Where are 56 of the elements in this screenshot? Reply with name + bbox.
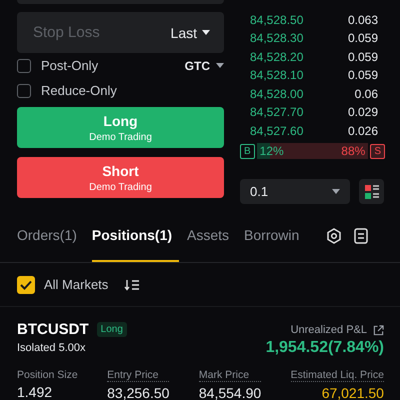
side-tag: Long	[96, 322, 127, 337]
filter-label: All Markets	[44, 277, 108, 292]
precision-dropdown[interactable]: 0.1	[240, 179, 350, 204]
field-value: 83,256.50	[107, 385, 170, 400]
margin-mode: Isolated 5.00x	[17, 342, 86, 354]
time-in-force-dropdown[interactable]: GTC	[184, 58, 224, 72]
caret-icon	[216, 63, 224, 68]
sell-percent: 88%	[340, 144, 366, 158]
sort-icon[interactable]	[124, 278, 140, 290]
field-value: 84,554.90	[198, 385, 262, 400]
field-label: Mark Price	[198, 369, 262, 382]
order-book-layout-icon	[364, 184, 380, 200]
bid-quantity: 0.059	[348, 50, 378, 64]
field-value: 67,021.50	[322, 385, 384, 400]
bid-price: 84,527.60	[250, 124, 304, 138]
pnl-label: Unrealized P&L	[290, 324, 367, 336]
bid-quantity: 0.026	[348, 124, 378, 138]
tab[interactable]: Assets	[187, 210, 236, 262]
bid-price: 84,528.50	[250, 12, 304, 27]
bid-quantity: 0.029	[348, 105, 378, 120]
short-button[interactable]: Short Demo Trading	[17, 157, 224, 198]
caret-icon	[332, 189, 340, 194]
share-icon[interactable]	[373, 324, 384, 336]
check-icon	[20, 280, 32, 290]
bid-price: 84,528.10	[250, 68, 304, 82]
field-label: Estimated Liq. Price	[290, 369, 384, 382]
caret-icon	[202, 30, 210, 35]
bid-price: 84,528.30	[250, 31, 304, 46]
checkbox[interactable]	[17, 276, 35, 294]
pnl-value: 1,954.52(7.84%)	[266, 339, 384, 357]
sell-tag: S	[370, 144, 385, 158]
tab[interactable]: Orders(1)	[17, 210, 84, 262]
symbol: BTCUSDT	[17, 321, 89, 338]
tab[interactable]: Borrowin	[244, 210, 306, 262]
bid-price: 84,528.20	[250, 50, 304, 64]
option-label: Post-Only	[41, 58, 98, 73]
bid-price: 84,528.00	[250, 86, 304, 101]
bid-quantity: 0.059	[348, 31, 378, 46]
bid-quantity: 0.059	[348, 68, 378, 82]
layout-button[interactable]	[359, 179, 384, 204]
trigger-dropdown[interactable]: Last	[170, 24, 210, 40]
bid-quantity: 0.063	[348, 12, 378, 27]
bid-quantity: 0.06	[354, 86, 378, 101]
field-value: 1.492	[17, 384, 54, 400]
field-label: Position Size	[17, 369, 78, 381]
buy-percent: 12%	[258, 144, 285, 158]
document-icon[interactable]	[354, 228, 368, 244]
checkbox[interactable]	[17, 58, 31, 72]
bid-price: 84,527.70	[250, 105, 304, 120]
checkbox[interactable]	[17, 84, 31, 98]
option-label: Reduce-Only	[41, 83, 117, 98]
settings-icon[interactable]	[326, 228, 342, 244]
stop-loss-field[interactable]: Stop Loss Last	[17, 12, 224, 53]
buy-tag: B	[240, 144, 255, 158]
field-label: Entry Price	[107, 369, 170, 382]
tab[interactable]: Positions(1)	[92, 210, 180, 262]
